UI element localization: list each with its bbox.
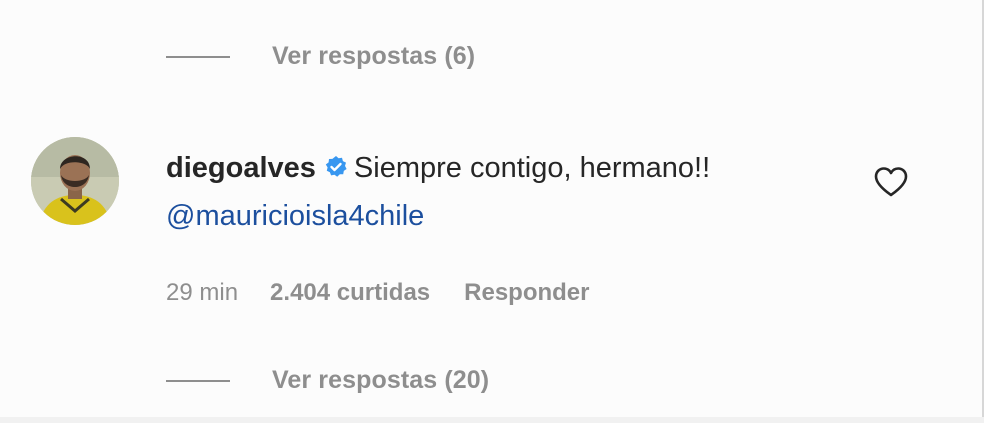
view-replies-button[interactable]: Ver respostas (6) — [166, 42, 475, 71]
bottom-edge — [0, 417, 984, 423]
view-replies-label: Ver respostas (6) — [272, 42, 476, 70]
likes-count-button[interactable]: 2.404 curtidas — [270, 279, 430, 307]
view-replies-button[interactable]: Ver respostas (20) — [166, 366, 489, 395]
reply-button[interactable]: Responder — [464, 279, 589, 307]
heart-outline-icon[interactable] — [873, 166, 909, 198]
divider-line — [166, 55, 230, 58]
comment-text: Siempre contigo, hermano!! — [353, 152, 711, 184]
mention-link[interactable]: @mauricioisla4chile — [166, 200, 424, 232]
verified-badge-icon — [324, 146, 348, 177]
comment-username[interactable]: diegoalves — [166, 152, 316, 184]
view-replies-label: Ver respostas (20) — [272, 366, 490, 394]
comment-time[interactable]: 29 min — [166, 279, 238, 307]
comment-body: diegoalves Siempre contigo, hermano!! @m… — [166, 144, 806, 240]
comment-meta: 29 min 2.404 curtidas Responder — [166, 279, 590, 307]
avatar[interactable] — [31, 137, 119, 225]
divider-line — [166, 379, 230, 382]
